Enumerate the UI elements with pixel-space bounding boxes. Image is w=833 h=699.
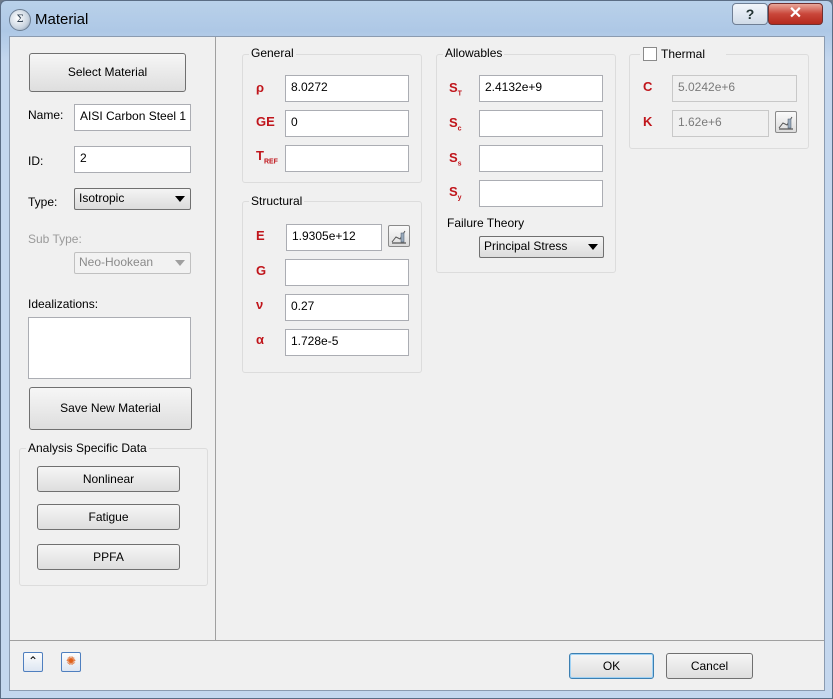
c-field: 5.0242e+6: [672, 75, 797, 102]
dropdown-arrow-icon: [175, 260, 185, 266]
fatigue-button[interactable]: Fatigue: [37, 504, 180, 530]
ge-field[interactable]: 0: [285, 110, 409, 137]
nu-field[interactable]: 0.27: [285, 294, 409, 321]
ss-field[interactable]: [479, 145, 603, 172]
settings-icon: ✺: [65, 654, 77, 668]
st-symbol: ST: [449, 80, 462, 98]
k-field: 1.62e+6: [672, 110, 769, 137]
save-new-material-button[interactable]: Save New Material: [29, 387, 192, 430]
idealizations-list[interactable]: [28, 317, 191, 379]
thermal-checkbox[interactable]: [643, 47, 657, 61]
help-button[interactable]: ?: [732, 3, 768, 25]
subtype-label: Sub Type:: [28, 232, 82, 246]
dropdown-arrow-icon: [588, 244, 598, 250]
tref-symbol: TREF: [256, 148, 278, 166]
e-symbol: E: [256, 228, 265, 243]
subtype-value: Neo-Hookean: [79, 255, 154, 269]
graph-icon: [778, 116, 793, 130]
k-symbol: K: [643, 114, 653, 129]
sc-field[interactable]: [479, 110, 603, 137]
cancel-button[interactable]: Cancel: [666, 653, 753, 679]
nu-symbol: ν: [256, 297, 264, 312]
id-field[interactable]: 2: [74, 146, 191, 173]
id-label: ID:: [28, 154, 44, 168]
analysis-specific-data-title: Analysis Specific Data: [26, 441, 149, 455]
c-symbol: C: [643, 79, 653, 94]
ge-symbol: GE: [256, 114, 275, 129]
tref-field[interactable]: [285, 145, 409, 172]
nonlinear-button[interactable]: Nonlinear: [37, 466, 180, 492]
failure-theory-label: Failure Theory: [447, 216, 525, 230]
dialog-body: Select Material Name: AISI Carbon Steel …: [9, 36, 825, 691]
sc-symbol: Sc: [449, 115, 462, 133]
st-field[interactable]: 2.4132e+9: [479, 75, 603, 102]
ok-button[interactable]: OK: [569, 653, 654, 679]
title-bar: Σ Material ? ✕: [1, 1, 832, 35]
allowables-title: Allowables: [443, 46, 505, 60]
type-label: Type:: [28, 195, 58, 209]
structural-title: Structural: [249, 194, 305, 208]
select-material-button[interactable]: Select Material: [29, 53, 186, 92]
ss-symbol: Ss: [449, 150, 462, 168]
thermal-title: Thermal: [661, 47, 706, 61]
e-field[interactable]: 1.9305e+12: [286, 224, 382, 251]
close-button[interactable]: ✕: [768, 3, 823, 25]
e-temperature-graph-button[interactable]: [388, 225, 410, 247]
type-value: Isotropic: [79, 191, 125, 205]
sy-field[interactable]: [479, 180, 603, 207]
collapse-button[interactable]: ⌃: [23, 652, 43, 672]
help-icon: ?: [745, 6, 755, 22]
failure-theory-dropdown[interactable]: Principal Stress: [479, 236, 604, 258]
ppfa-button[interactable]: PPFA: [37, 544, 180, 570]
k-temperature-graph-button[interactable]: [775, 111, 797, 133]
g-symbol: G: [256, 263, 267, 278]
settings-button[interactable]: ✺: [61, 652, 81, 672]
horizontal-divider: [10, 640, 824, 641]
failure-theory-value: Principal Stress: [484, 239, 568, 253]
material-dialog: Σ Material ? ✕ Select Material Name: AIS…: [0, 0, 833, 699]
rho-symbol: ρ: [256, 80, 265, 95]
subtype-dropdown: Neo-Hookean: [74, 252, 191, 274]
name-field[interactable]: AISI Carbon Steel 1: [74, 104, 191, 131]
g-field[interactable]: [285, 259, 409, 286]
close-icon: ✕: [788, 5, 803, 22]
type-dropdown[interactable]: Isotropic: [74, 188, 191, 210]
idealizations-label: Idealizations:: [28, 297, 99, 311]
sy-symbol: Sy: [449, 184, 462, 202]
name-label: Name:: [28, 108, 64, 122]
general-title: General: [249, 46, 296, 60]
graph-icon: [391, 230, 406, 244]
alpha-field[interactable]: 1.728e-5: [285, 329, 409, 356]
rho-field[interactable]: 8.0272: [285, 75, 409, 102]
window-title: Material: [35, 11, 89, 28]
app-icon: Σ: [9, 9, 31, 31]
collapse-icon: ⌃: [27, 654, 39, 668]
dropdown-arrow-icon: [175, 196, 185, 202]
vertical-divider: [215, 37, 216, 640]
alpha-symbol: α: [256, 332, 264, 347]
